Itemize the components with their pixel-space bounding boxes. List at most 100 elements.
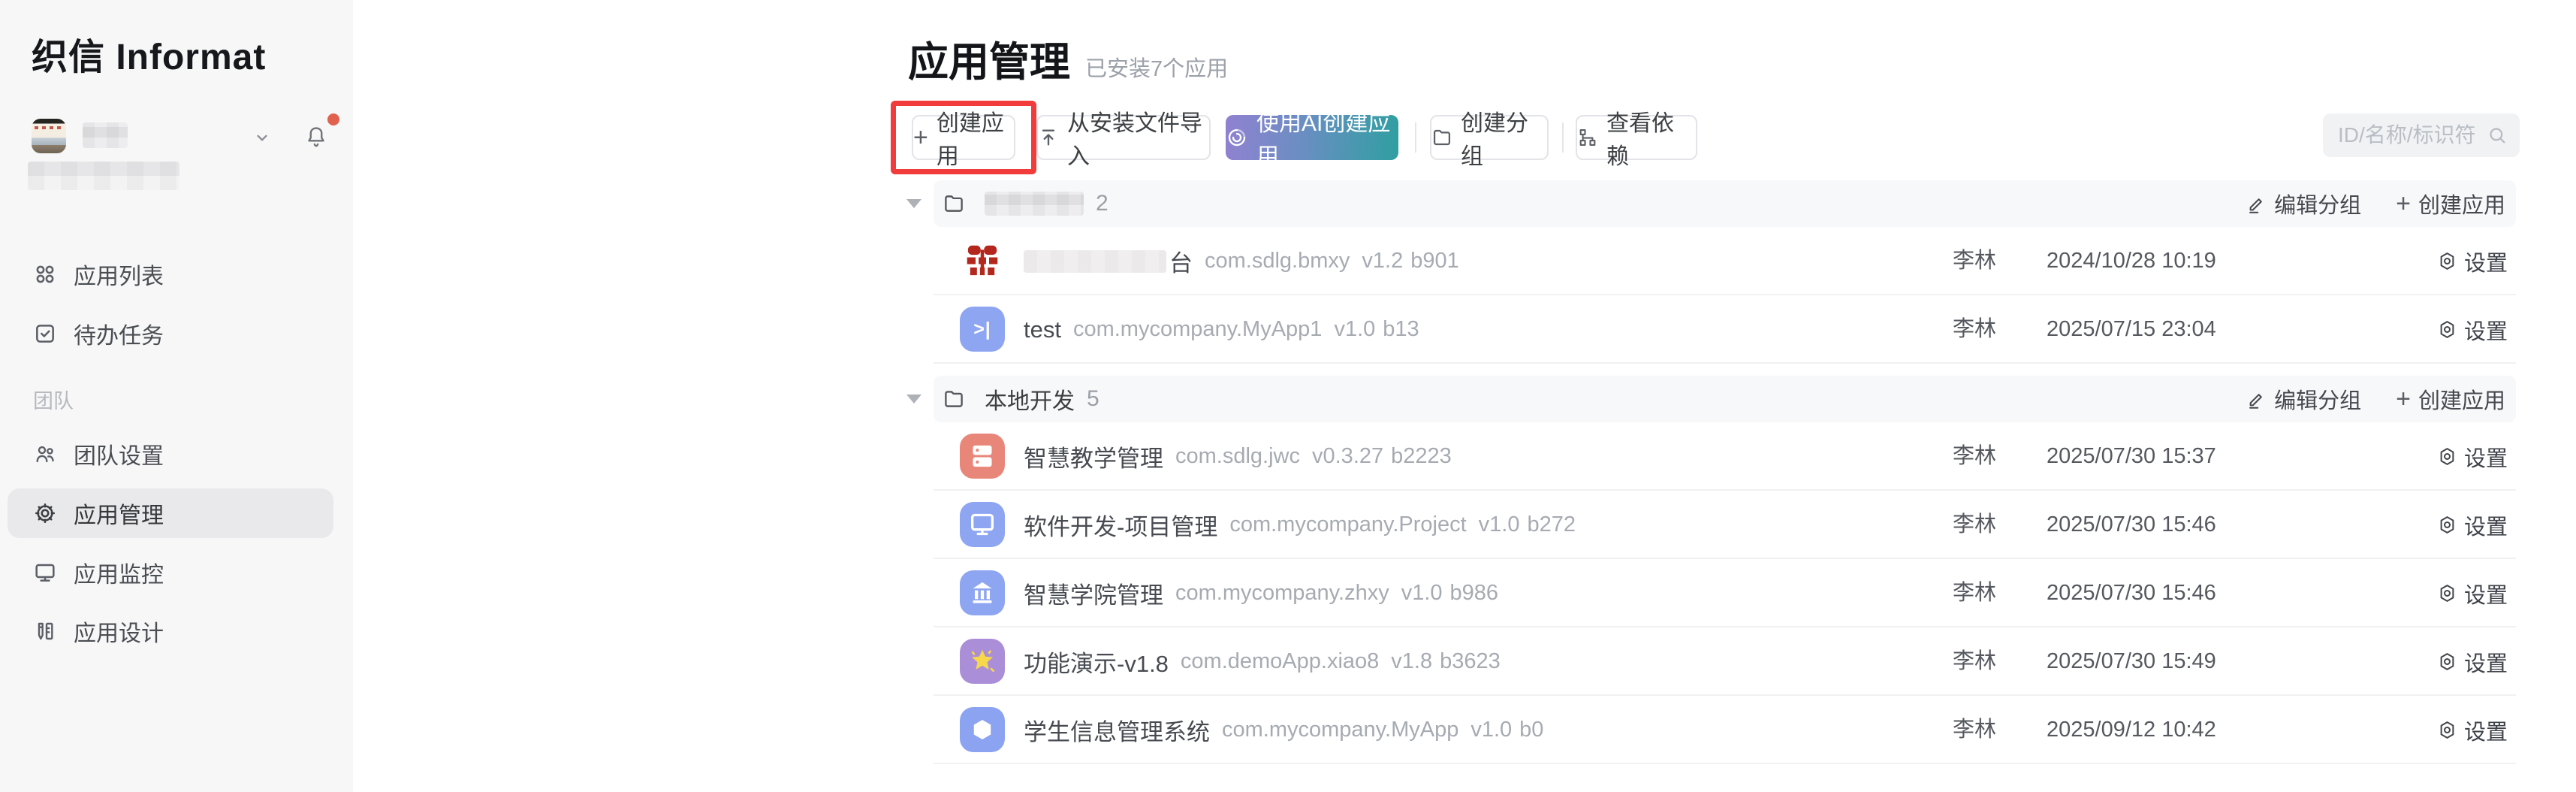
group-create-app-link[interactable]: + 创建应用 <box>2396 188 2505 219</box>
redacted-app-name <box>1024 250 1166 273</box>
sidebar-item-label: 应用监控 <box>74 556 164 589</box>
settings-nut-icon <box>2437 583 2457 603</box>
app-settings-button[interactable]: 设置 <box>2437 295 2508 364</box>
app-package: com.mycompany.zhxy <box>1175 581 1389 606</box>
search-input[interactable] <box>2323 123 2487 147</box>
app-version: v0.3.27 <box>1312 444 1383 469</box>
app-name: 智慧学院管理 <box>1024 576 1163 610</box>
search-icon[interactable] <box>2487 125 2508 146</box>
edit-pencil-icon <box>2246 194 2267 214</box>
app-package: com.sdlg.bmxy <box>1205 249 1350 274</box>
import-from-file-button[interactable]: 从安装文件导入 <box>1036 115 1211 160</box>
folder-icon <box>943 192 965 215</box>
toolbar-divider <box>1415 122 1416 153</box>
sidebar-item-label: 应用设计 <box>74 615 164 648</box>
app-version: v1.0 <box>1334 317 1375 342</box>
create-group-label: 创建分组 <box>1461 104 1547 171</box>
view-dependencies-label: 查看依赖 <box>1606 104 1696 171</box>
group-collapse-caret[interactable] <box>906 199 922 208</box>
group-create-app-link[interactable]: + 创建应用 <box>2396 383 2505 415</box>
sidebar-item-app-monitoring[interactable]: 应用监控 <box>0 548 353 597</box>
view-dependencies-button[interactable]: 查看依赖 <box>1576 115 1697 160</box>
import-from-file-label: 从安装文件导入 <box>1067 104 1209 171</box>
folder-icon <box>943 388 965 410</box>
app-row[interactable]: 学生信息管理系统 com.mycompany.MyApp v1.0 b0 李林 … <box>934 696 2516 764</box>
app-build: b13 <box>1383 317 1419 342</box>
app-settings-button[interactable]: 设置 <box>2437 559 2508 627</box>
app-updated-time: 2025/09/12 10:42 <box>2047 696 2216 764</box>
app-settings-button[interactable]: 设置 <box>2437 696 2508 764</box>
avatar[interactable] <box>32 119 66 153</box>
monitor-icon <box>33 561 57 585</box>
app-settings-button[interactable]: 设置 <box>2437 422 2508 491</box>
app-icon-play-bar: >| <box>960 307 1005 352</box>
gear-icon <box>33 501 57 525</box>
app-name: 智慧教学管理 <box>1024 440 1163 473</box>
app-version: v1.2 <box>1362 249 1403 274</box>
app-build: b986 <box>1450 581 1499 606</box>
edit-pencil-icon <box>2246 389 2267 410</box>
sidebar-item-app-list[interactable]: 应用列表 <box>0 249 353 299</box>
app-updated-time: 2025/07/15 23:04 <box>2047 295 2216 364</box>
checkbox-icon <box>33 322 57 346</box>
app-owner: 李林 <box>1953 227 1996 295</box>
sidebar-item-app-design[interactable]: 应用设计 <box>0 606 353 656</box>
create-app-with-ai-button[interactable]: 使用AI创建应用 <box>1226 115 1398 160</box>
settings-nut-icon <box>2437 251 2457 271</box>
sidebar-item-app-management[interactable]: 应用管理 <box>8 488 333 538</box>
group-app-count: 2 <box>1096 191 1109 216</box>
toolbar-divider <box>1562 122 1564 153</box>
app-row[interactable]: >| test com.mycompany.MyApp1 v1.0 b13 李林… <box>934 295 2516 364</box>
app-name: test <box>1024 316 1061 343</box>
app-row[interactable]: 台 com.sdlg.bmxy v1.2 b901 李林 2024/10/28 … <box>934 227 2516 295</box>
notification-dot <box>327 113 339 125</box>
plus-icon: + <box>2396 386 2411 412</box>
app-updated-time: 2025/07/30 15:46 <box>2047 491 2216 559</box>
sidebar-item-label: 待办任务 <box>74 317 164 350</box>
app-package: com.mycompany.MyApp1 <box>1073 317 1322 342</box>
settings-nut-icon <box>2437 515 2457 535</box>
design-icon <box>33 619 57 643</box>
sidebar-item-label: 应用管理 <box>74 497 164 530</box>
grid-icon <box>33 262 57 286</box>
settings-nut-icon <box>2437 446 2457 467</box>
edit-group-link[interactable]: 编辑分组 <box>2246 383 2361 415</box>
app-owner: 李林 <box>1953 627 1996 696</box>
create-group-button[interactable]: 创建分组 <box>1430 115 1549 160</box>
app-owner: 李林 <box>1953 295 1996 364</box>
app-row[interactable]: 功能演示-v1.8 com.demoApp.xiao8 v1.8 b3623 李… <box>934 627 2516 696</box>
sidebar-item-team-settings[interactable]: 团队设置 <box>0 429 353 479</box>
app-settings-button[interactable]: 设置 <box>2437 227 2508 295</box>
page-title: 应用管理 <box>908 29 1070 88</box>
sidebar-item-todo-tasks[interactable]: 待办任务 <box>0 309 353 358</box>
app-updated-time: 2024/10/28 10:19 <box>2047 227 2216 295</box>
bell-icon[interactable] <box>305 125 327 150</box>
folder-icon <box>1431 127 1452 148</box>
settings-nut-icon <box>2437 319 2457 340</box>
app-row[interactable]: 智慧学院管理 com.mycompany.zhxy v1.0 b986 李林 2… <box>934 559 2516 627</box>
chevron-down-icon[interactable] <box>252 128 272 147</box>
plus-icon: + <box>2396 191 2411 216</box>
app-version: v1.0 <box>1470 718 1512 742</box>
app-version: v1.0 <box>1401 581 1443 606</box>
app-icon-star <box>960 639 1005 684</box>
app-settings-button[interactable]: 设置 <box>2437 491 2508 559</box>
sidebar: 织信 Informat 应用列表 待办任务 团队 团队设置 应用管理 <box>0 0 353 792</box>
app-row[interactable]: 软件开发-项目管理 com.mycompany.Project v1.0 b27… <box>934 491 2516 559</box>
app-row[interactable]: 智慧教学管理 com.sdlg.jwc v0.3.27 b2223 李林 202… <box>934 422 2516 491</box>
app-build: b3623 <box>1440 649 1501 674</box>
edit-group-link[interactable]: 编辑分组 <box>2246 188 2361 219</box>
app-name: 学生信息管理系统 <box>1024 713 1210 747</box>
app-build: b0 <box>1519 718 1543 742</box>
app-name: 功能演示-v1.8 <box>1024 645 1169 679</box>
sidebar-section-team: 团队 <box>33 385 74 414</box>
group-collapse-caret[interactable] <box>906 394 922 404</box>
app-icon-hexagon <box>960 707 1005 752</box>
app-updated-time: 2025/07/30 15:37 <box>2047 422 2216 491</box>
app-name-suffix: 台 <box>1169 244 1193 278</box>
app-icon-bank <box>960 570 1005 615</box>
group-header: 本地开发 5 编辑分组 + 创建应用 <box>934 376 2516 422</box>
search-box <box>2323 113 2520 157</box>
group-header: 2 编辑分组 + 创建应用 <box>934 180 2516 227</box>
app-settings-button[interactable]: 设置 <box>2437 627 2508 696</box>
